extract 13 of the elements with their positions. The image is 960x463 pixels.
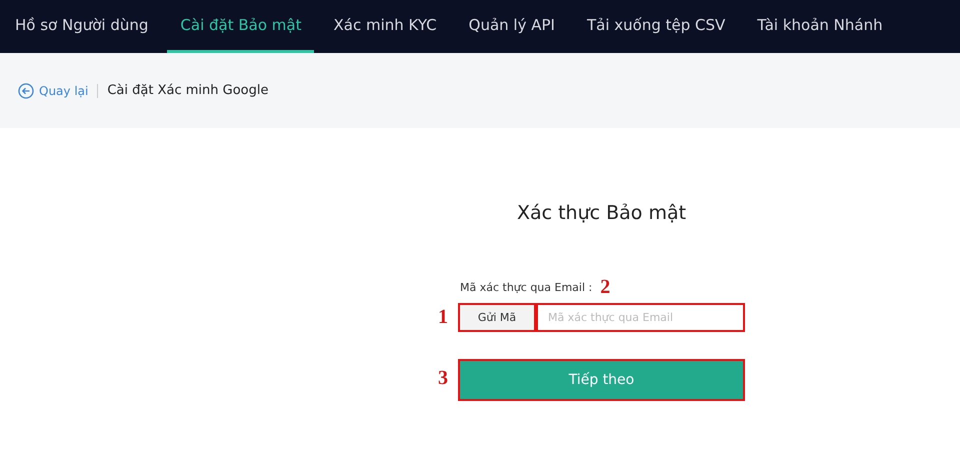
annotation-number: 2 [600, 277, 610, 297]
annotation-number: 3 [438, 368, 448, 388]
annotation-number: 1 [438, 307, 448, 327]
send-code-button[interactable]: Gửi Mã [458, 303, 536, 332]
field-label: Mã xác thực qua Email : [459, 280, 592, 294]
nav-tab[interactable]: Quản lý API [456, 0, 568, 53]
nav-tab[interactable]: Tải xuống tệp CSV [574, 0, 738, 53]
nav-tab[interactable]: Tài khoản Nhánh [744, 0, 896, 53]
code-input-field[interactable]: Mã xác thực qua Email [536, 303, 745, 332]
nav-tab[interactable]: Xác minh KYC [320, 0, 450, 53]
form-title: Xác thực Bảo mật [516, 202, 688, 226]
nav-tab[interactable]: Hồ sơ Người dùng [2, 0, 162, 53]
page-title: Cài đặt Xác minh Google [107, 83, 268, 98]
